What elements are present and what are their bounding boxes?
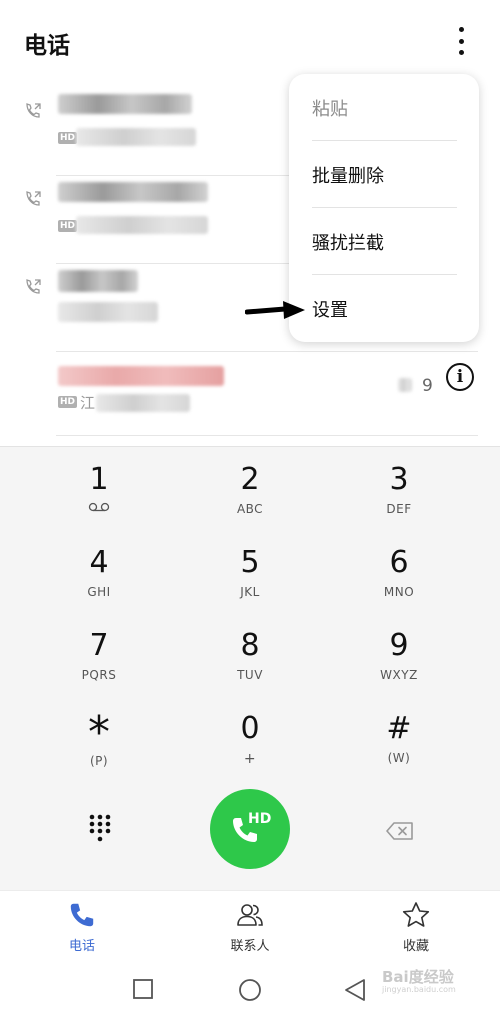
backspace-icon[interactable] [386, 821, 414, 841]
dial-key-3[interactable]: 3 DEF [339, 447, 459, 529]
hd-badge: HD [58, 132, 78, 144]
location-prefix: 江 [80, 394, 96, 412]
blurred-number-fragment [398, 378, 412, 392]
star-icon [402, 902, 430, 927]
menu-item-settings[interactable]: 设置 [289, 275, 479, 342]
blurred-call-detail [76, 216, 208, 234]
page-title: 电话 [24, 33, 70, 59]
call-log-row[interactable]: HD 江 9 i [0, 352, 500, 440]
tab-favorites[interactable]: 收藏 [356, 901, 476, 954]
phone-icon [70, 903, 94, 927]
dial-key-1[interactable]: 1 [39, 447, 159, 529]
blurred-call-detail [58, 302, 158, 322]
pointer-arrow-icon [245, 301, 305, 319]
blurred-call-detail [76, 128, 196, 146]
menu-item-paste[interactable]: 粘贴 [289, 74, 479, 141]
more-vert-icon[interactable] [448, 24, 474, 58]
dial-key-hash[interactable]: # (W) [339, 696, 459, 778]
menu-item-batch-delete[interactable]: 批量删除 [289, 141, 479, 208]
blurred-contact-name [58, 366, 224, 386]
tab-contacts[interactable]: 联系人 [190, 901, 310, 954]
dial-key-8[interactable]: 8 TUV [190, 613, 310, 695]
dial-key-star[interactable]: * (P) [39, 696, 159, 778]
dial-key-7[interactable]: 7 PQRS [39, 613, 159, 695]
outgoing-call-icon [26, 191, 41, 206]
hd-call-button[interactable]: HD [210, 789, 290, 869]
blurred-contact-name [58, 182, 208, 202]
dialpad-toggle-icon[interactable] [89, 814, 111, 844]
info-icon[interactable]: i [446, 363, 474, 391]
dial-key-2[interactable]: 2 ABC [190, 447, 310, 529]
hd-badge: HD [58, 396, 78, 408]
home-circle-icon[interactable] [238, 978, 262, 1002]
blurred-contact-name [58, 270, 138, 292]
recents-square-icon[interactable] [132, 978, 154, 1000]
dial-key-6[interactable]: 6 MNO [339, 530, 459, 612]
dial-key-9[interactable]: 9 WXYZ [339, 613, 459, 695]
dialpad-actions: HD [0, 789, 500, 877]
watermark-logo: Bai度经验 jingyan.baidu.com [382, 968, 456, 994]
dial-key-0[interactable]: 0 + [190, 696, 310, 778]
app-header: 电话 [0, 0, 500, 80]
outgoing-call-icon [26, 103, 41, 118]
tab-phone[interactable]: 电话 [22, 901, 142, 954]
dial-key-4[interactable]: 4 GHI [39, 530, 159, 612]
bottom-navigation: 电话 联系人 收藏 [0, 890, 500, 962]
row-divider [56, 435, 478, 436]
dial-key-5[interactable]: 5 JKL [190, 530, 310, 612]
blurred-contact-name [58, 94, 192, 114]
back-triangle-icon[interactable] [344, 978, 366, 1002]
contacts-icon [237, 904, 263, 926]
number-tail: 9 [422, 376, 433, 396]
overflow-menu: 粘贴 批量删除 骚扰拦截 设置 [289, 74, 479, 342]
hd-badge: HD [58, 220, 78, 232]
voicemail-icon [88, 502, 110, 512]
blurred-call-detail [96, 394, 190, 412]
dialpad: 1 2 ABC 3 DEF 4 GHI 5 JKL 6 MNO 7 PQRS 8… [0, 446, 500, 890]
menu-item-harassment-block[interactable]: 骚扰拦截 [289, 208, 479, 275]
outgoing-call-icon [26, 279, 41, 294]
phone-icon [233, 818, 257, 842]
